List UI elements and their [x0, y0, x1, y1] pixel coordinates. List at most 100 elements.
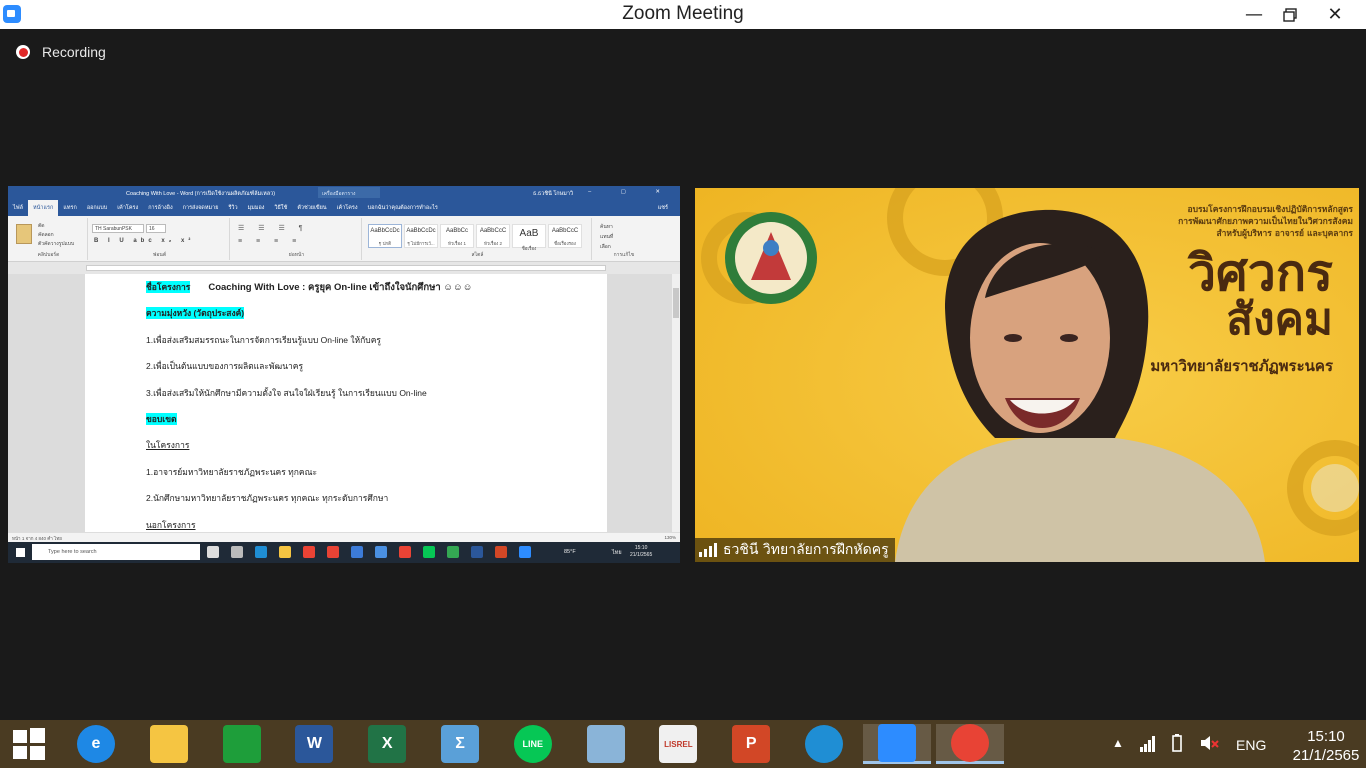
taskbar-math-input-button[interactable]: Σ [426, 724, 494, 764]
shared-date: 21/1/2565 [630, 552, 653, 558]
document-line: 2.เพื่อเป็นต้นแบบของการผลิตและพัฒนาครู [146, 359, 303, 373]
word-tab[interactable]: การส่งจดหมาย [178, 204, 224, 212]
taskbar-lisrel-button[interactable]: LISREL [644, 724, 712, 764]
word-context-tab: เครื่องมือตาราง [318, 187, 380, 198]
style-option[interactable]: AaBbCcC หัวเรื่อง 2 [476, 224, 510, 248]
style-option[interactable]: AaBbCcDc ¶ ปกติ [368, 224, 402, 248]
font-format-buttons[interactable]: B I U abc x₂ x² [94, 238, 194, 244]
banner-top-text: อบรมโครงการฝึกอบรมเชิงปฏิบัติการหลักสูตร… [1178, 205, 1353, 239]
taskbar-store-button[interactable] [208, 724, 276, 764]
style-option[interactable]: AaBbCcDc ¶ ไม่มีการเว้... [404, 224, 438, 248]
highlighted-heading: ขอบเขต [146, 413, 177, 425]
speaker-muted-icon[interactable] [1200, 734, 1220, 752]
editing-group-label: การแก้ไข [613, 252, 635, 258]
banner-university: มหาวิทยาลัยราชภัฏพระนคร [1150, 357, 1333, 375]
shared-screen: Coaching With Love - Word (การเปิดใช้งาน… [8, 186, 680, 563]
minimize-button[interactable]: — [1234, 0, 1274, 29]
word-tab[interactable]: เค้าโครง [332, 204, 363, 212]
document-line: นอกโครงการ [146, 518, 196, 532]
word-tab[interactable]: ตัวช่วยเขียน [292, 204, 331, 212]
word-window-controls: – ▢ ✕ [588, 189, 674, 195]
style-option[interactable]: AaB ชื่อเรื่อง [512, 224, 546, 251]
font-name-field[interactable]: TH SarabunPSK [92, 224, 144, 233]
word-tab[interactable]: หน้าแรก [28, 200, 59, 216]
word-tab[interactable]: รีวิว [223, 204, 242, 212]
word-tab[interactable]: เค้าโครง [112, 204, 143, 212]
shared-lang: ไทย [612, 550, 622, 556]
file-explorer-icon [149, 725, 188, 763]
taskbar-edge-button[interactable] [790, 724, 858, 764]
taskbar-paint-button[interactable] [572, 724, 640, 764]
word-status-bar: หน้า 1 จาก 4 840 คำ ไทย 130% [8, 532, 680, 542]
line-text: 1.เพื่อส่งเสริมสมรรถนะในการจัดการเรียนรู… [146, 334, 381, 345]
line-text: 2.เพื่อเป็นต้นแบบของการผลิตและพัฒนาครู [146, 361, 304, 372]
participant-name: ธวชินี วิทยาลัยการฝึกหัดครู [723, 542, 889, 558]
word-tab[interactable]: ไฟล์ [8, 204, 28, 212]
word-tab[interactable]: วิธีใช้ [269, 204, 292, 212]
restore-icon [1283, 7, 1297, 22]
taskbar-line-button[interactable]: LINE [499, 724, 567, 764]
input-language[interactable]: ENG [1236, 737, 1266, 753]
list-buttons[interactable]: ☰ ☰ ☰ ¶ [238, 224, 308, 232]
recording-label: Recording [42, 44, 106, 60]
taskbar-clock[interactable]: 15:10 21/1/2565 [1284, 727, 1366, 765]
banner-title-2: สังคม [1226, 294, 1333, 345]
editing-item[interactable]: แทนที่ [600, 232, 613, 242]
taskbar-excel-button[interactable]: X [353, 724, 421, 764]
word-tab[interactable]: แชร์ [653, 204, 680, 212]
line-text: นอกโครงการ [146, 519, 196, 530]
close-button[interactable]: ✕ [1313, 0, 1357, 29]
show-hidden-icons[interactable]: ▲ [1112, 736, 1124, 750]
taskbar-zoom-button[interactable] [862, 723, 931, 764]
style-option[interactable]: AaBbCcC ชื่อเรื่องรอง [548, 224, 582, 248]
maximize-button[interactable] [1270, 0, 1310, 29]
word-user-name: ธ.ธวชินี โกษมาวิ [533, 191, 574, 197]
document-line: 1.อาจารย์มหาวิทยาลัยราชภัฏพระนคร ทุกคณะ [146, 465, 317, 479]
battery-icon[interactable] [1170, 734, 1188, 752]
word-zoom-level: 130% [664, 535, 676, 540]
document-line: ความมุ่งหวัง (วัตถุประสงค์) [146, 306, 245, 320]
start-button[interactable] [0, 724, 58, 764]
word-ribbon-tabs: ไฟล์ หน้าแรก แทรก ออกแบบ เค้าโครง การอ้างอิงก… [8, 200, 680, 216]
word-ribbon: ตัด คัดลอก ตัวคัดวางรูปแบบ คลิปบอร์ด TH Sa… [8, 216, 680, 262]
taskbar-chrome-button[interactable] [935, 723, 1004, 764]
shared-taskbar-app-icon [447, 546, 459, 558]
shared-time: 15:10 [634, 545, 648, 551]
network-icon[interactable] [1140, 734, 1156, 752]
taskbar-word-button[interactable]: W [280, 724, 348, 764]
word-tab[interactable]: บอกฉันว่าคุณต้องการทำอะไร [363, 204, 443, 212]
word-tab[interactable]: ออกแบบ [82, 204, 112, 212]
style-sample: AaBbCcDc [406, 228, 436, 234]
lisrel-icon: LISREL [659, 725, 698, 763]
store-icon [222, 725, 261, 763]
style-name: หัวเรื่อง 2 [483, 241, 503, 246]
word-tab[interactable]: แทรก [58, 204, 81, 212]
style-sample: AaBbCcC [551, 228, 579, 234]
shared-taskbar-app-icon [495, 546, 507, 558]
clipboard-item[interactable]: ตัด [38, 222, 74, 231]
clipboard-item[interactable]: คัดลอก [38, 231, 74, 240]
editing-items: ค้นหา แทนที่ เลือก [600, 222, 613, 252]
word-tab[interactable]: การอ้างอิง [143, 204, 177, 212]
font-size-field[interactable]: 16 [146, 224, 166, 233]
recording-indicator[interactable]: Recording [16, 44, 106, 60]
clipboard-group-label: คลิปบอร์ด [37, 252, 60, 258]
paint-icon [586, 725, 625, 763]
document-page[interactable]: ชื่อโครงการ Coaching With Love : ครูยุค O… [85, 274, 607, 536]
taskbar-file-explorer-button[interactable] [135, 724, 203, 764]
document-scrollbar[interactable] [672, 274, 680, 532]
record-icon [16, 45, 30, 59]
taskbar-powerpoint-button[interactable]: P [717, 724, 785, 764]
banner-title-1: วิศวกร [1187, 244, 1333, 302]
align-buttons[interactable]: ≡ ≡ ≡ ≡ [238, 238, 302, 245]
style-name: ¶ ปกติ [378, 241, 392, 246]
participant-video[interactable]: อบรมโครงการฝึกอบรมเชิงปฏิบัติการหลักสูตร… [695, 188, 1359, 562]
style-option[interactable]: AaBbCc หัวเรื่อง 1 [440, 224, 474, 248]
clipboard-item[interactable]: ตัวคัดวางรูปแบบ [38, 240, 74, 249]
taskbar-internet-explorer-button[interactable]: e [62, 724, 130, 764]
shared-search-box: Type here to search [32, 544, 200, 560]
paragraph-group-label: ย่อหน้า [288, 252, 305, 258]
word-status-info: หน้า 1 จาก 4 840 คำ ไทย [12, 536, 62, 541]
word-tab[interactable]: มุมมอง [243, 204, 270, 212]
editing-item[interactable]: ค้นหา [600, 222, 613, 232]
